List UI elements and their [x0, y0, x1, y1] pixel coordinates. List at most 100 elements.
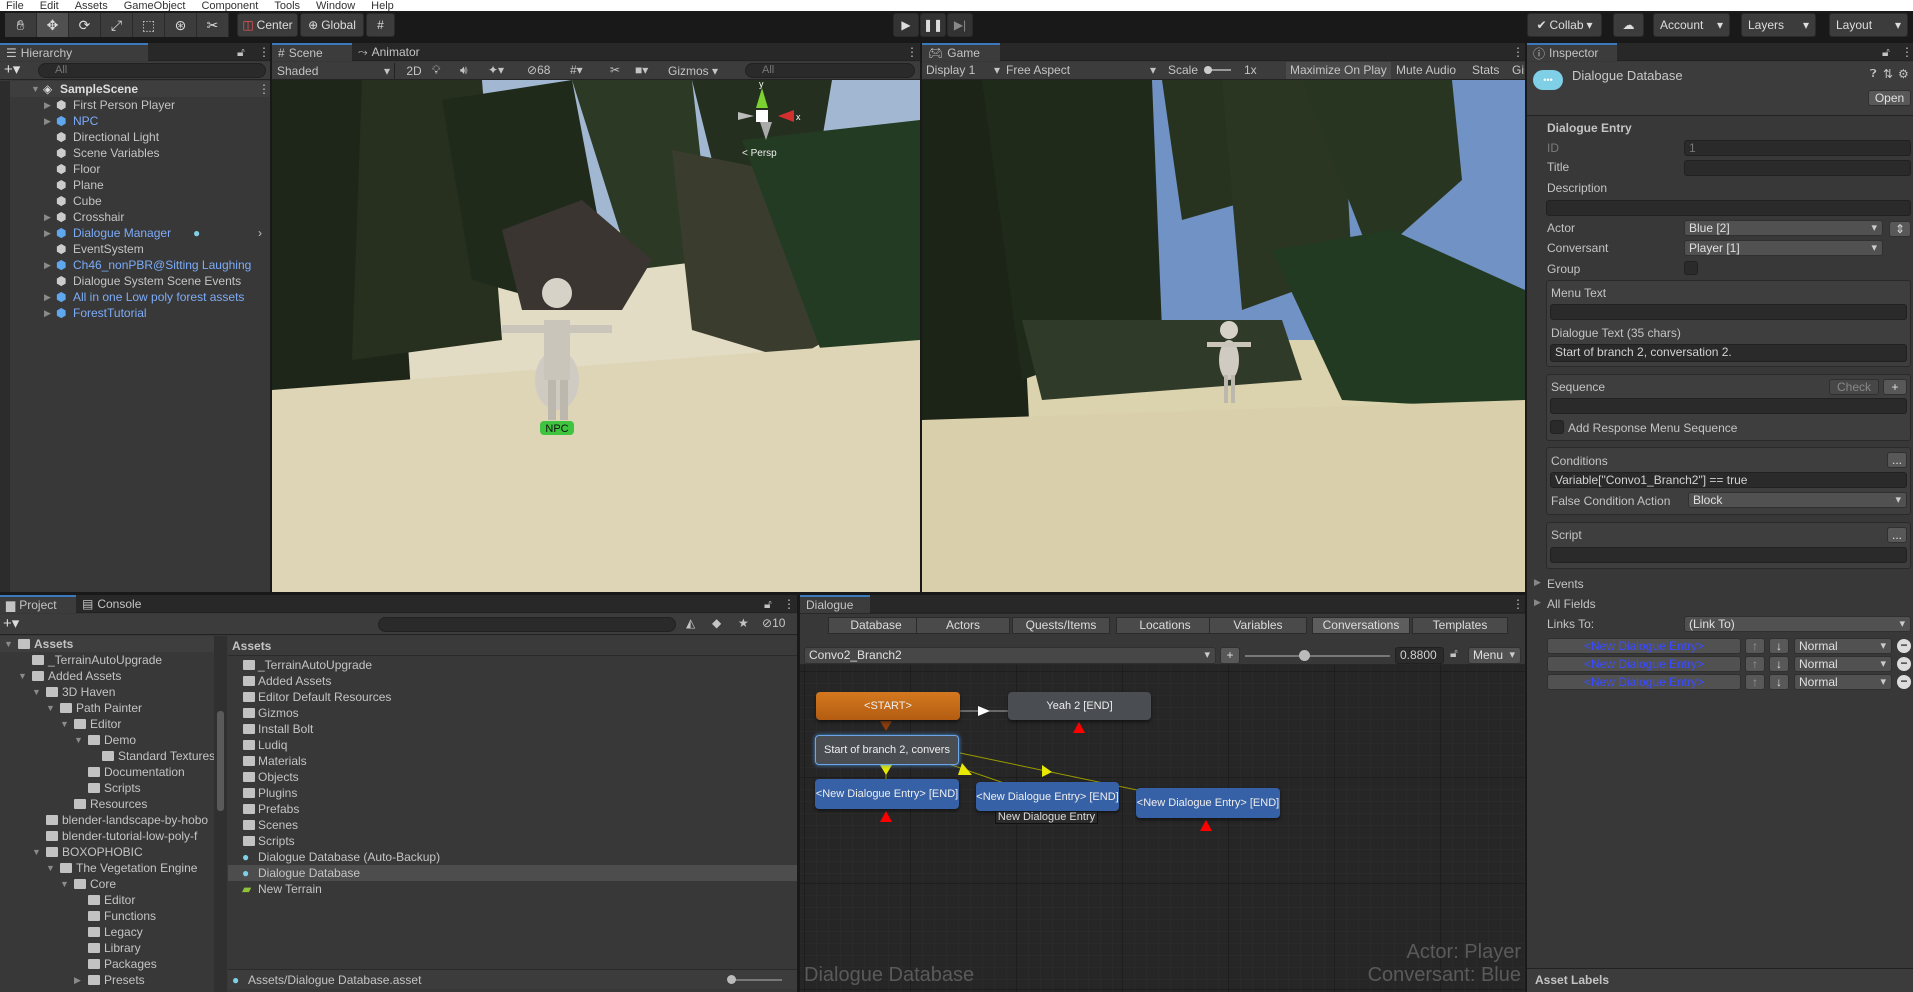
expanded-icon[interactable]: ▼	[46, 700, 55, 716]
folder-tree-item[interactable]: Documentation	[0, 764, 214, 780]
more-icon[interactable]: ⋮	[1901, 45, 1913, 59]
folder-tree-item[interactable]: ▼ Path Painter	[0, 700, 214, 716]
menu-gameobject[interactable]: GameObject	[124, 0, 186, 11]
pause-button[interactable]: ❚❚	[920, 13, 946, 37]
asset-item[interactable]: ● Dialogue Database	[228, 865, 797, 881]
node-new-dialogue-entry[interactable]: <New Dialogue Entry> [END]	[815, 779, 959, 809]
transform-tool-button[interactable]: ⊛	[165, 13, 197, 37]
expand-icon[interactable]: ▶	[44, 225, 51, 241]
asset-item[interactable]: Plugins	[228, 785, 797, 801]
script-field[interactable]	[1550, 547, 1907, 563]
expanded-icon[interactable]: ▼	[60, 716, 69, 732]
rotate-tool-button[interactable]: ⟳	[69, 13, 101, 37]
conversant-dropdown[interactable]: Player [1]	[1684, 240, 1883, 256]
node-yeah-2[interactable]: Yeah 2 [END]	[1008, 692, 1151, 720]
remove-link-icon[interactable]: −	[1897, 675, 1911, 689]
play-button[interactable]: ▶	[893, 13, 919, 37]
add-conversation-button[interactable]: +	[1220, 647, 1240, 664]
group-checkbox[interactable]	[1684, 261, 1698, 275]
folder-tree-item[interactable]: Editor	[0, 892, 214, 908]
title-field[interactable]	[1684, 160, 1911, 176]
description-field[interactable]	[1546, 200, 1911, 216]
move-link-up-button[interactable]: ↑	[1745, 656, 1765, 672]
menu-tools[interactable]: Tools	[274, 0, 300, 11]
search-by-type-icon[interactable]: ◭	[686, 616, 695, 630]
link-priority-dropdown[interactable]: Normal	[1794, 674, 1892, 690]
snap-button[interactable]: #	[366, 13, 395, 37]
expanded-icon[interactable]: ▼	[60, 876, 69, 892]
grid-icon[interactable]: #▾	[570, 63, 583, 77]
tab-templates[interactable]: Templates	[1412, 617, 1508, 634]
tab-game[interactable]: 🎮︎ Game	[922, 43, 1000, 61]
asset-item[interactable]: Install Bolt	[228, 721, 797, 737]
events-foldout[interactable]: Events	[1547, 577, 1584, 591]
folder-tree-item[interactable]: blender-tutorial-low-poly-f	[0, 828, 214, 844]
add-sequence-button[interactable]: +	[1883, 379, 1907, 395]
tab-quests-items[interactable]: Quests/Items	[1012, 617, 1110, 634]
camera-icon[interactable]: ■▾	[635, 63, 648, 77]
gear-icon[interactable]: ⚙	[1898, 67, 1909, 81]
expanded-icon[interactable]: ▼	[18, 668, 27, 684]
lighting-icon[interactable]: 💡︎	[432, 63, 440, 78]
hierarchy-item[interactable]: ▶ ⬢ Dialogue Manager ● ›	[0, 225, 270, 241]
zoom-slider-handle[interactable]	[1299, 650, 1310, 661]
asset-item[interactable]: Prefabs	[228, 801, 797, 817]
sequence-field[interactable]	[1550, 398, 1907, 414]
more-icon[interactable]: ⋮	[258, 81, 270, 97]
more-icon[interactable]: ⋮	[1512, 45, 1524, 59]
menu-assets[interactable]: Assets	[75, 0, 108, 11]
node-new-dialogue-entry[interactable]: <New Dialogue Entry> [END]	[1136, 788, 1280, 818]
icon-size-slider[interactable]	[730, 979, 782, 981]
more-icon[interactable]: ⋮	[783, 597, 795, 611]
lock-icon[interactable]: 🔓︎	[764, 597, 772, 612]
audio-icon[interactable]: 🔊︎	[460, 63, 468, 78]
collab-dropdown[interactable]: ✔ Collab ▾	[1527, 13, 1602, 37]
scrollbar-thumb[interactable]	[217, 711, 224, 811]
lock-icon[interactable]: 🔓︎	[237, 45, 245, 60]
link-priority-dropdown[interactable]: Normal	[1794, 638, 1892, 654]
folder-tree-item[interactable]: Functions	[0, 908, 214, 924]
tab-scene[interactable]: # Scene	[272, 43, 352, 61]
hand-tool-button[interactable]: ✋︎	[5, 13, 37, 37]
tab-locations[interactable]: Locations	[1116, 617, 1214, 634]
folder-tree-item[interactable]: _TerrainAutoUpgrade	[0, 652, 214, 668]
open-button[interactable]: Open	[1868, 90, 1911, 106]
gizmos-toggle[interactable]: Gi	[1512, 62, 1524, 79]
preset-icon[interactable]: ⇅	[1883, 67, 1893, 81]
rect-tool-button[interactable]: ⬚	[133, 13, 165, 37]
asset-item[interactable]: Materials	[228, 753, 797, 769]
expand-icon[interactable]: ▶	[44, 257, 51, 273]
hierarchy-item[interactable]: ▶ ⬢ Crosshair	[0, 209, 270, 225]
folder-tree-item[interactable]: Legacy	[0, 924, 214, 940]
tools-icon[interactable]: ✂	[610, 63, 620, 77]
menu-edit[interactable]: Edit	[40, 0, 59, 11]
layout-dropdown[interactable]: Layout ▾	[1829, 13, 1908, 37]
tab-console[interactable]: ▤ Console	[76, 595, 151, 613]
more-icon[interactable]: ⋮	[906, 45, 918, 59]
scale-slider-handle[interactable]	[1204, 66, 1212, 74]
add-response-checkbox[interactable]	[1550, 420, 1564, 434]
folder-tree-item[interactable]: Packages	[0, 956, 214, 972]
tab-database[interactable]: Database	[828, 617, 924, 634]
folder-tree-item[interactable]: ▼ The Vegetation Engine	[0, 860, 214, 876]
chevron-right-icon[interactable]: ›	[258, 225, 262, 241]
create-icon[interactable]: +▾	[3, 614, 19, 632]
hierarchy-item[interactable]: ▶ ⬢ All in one Low poly forest assets	[0, 289, 270, 305]
menu-file[interactable]: File	[6, 0, 24, 11]
layers-dropdown[interactable]: Layers ▾	[1741, 13, 1816, 37]
expanded-icon[interactable]: ▼	[4, 636, 13, 652]
asset-item[interactable]: Scenes	[228, 817, 797, 833]
lock-icon[interactable]: 🔓︎	[1882, 45, 1890, 60]
dialogue-text-field[interactable]: Start of branch 2, conversation 2.	[1550, 344, 1907, 362]
asset-item[interactable]: Gizmos	[228, 705, 797, 721]
hierarchy-item[interactable]: ▶ ⬢ First Person Player	[0, 97, 270, 113]
hierarchy-item[interactable]: ▶ ⬢ NPC	[0, 113, 270, 129]
asset-labels-label[interactable]: Asset Labels	[1535, 973, 1609, 987]
menu-dropdown[interactable]: Menu	[1468, 647, 1521, 664]
folder-tree-item[interactable]: Standard Textures	[0, 748, 214, 764]
links-to-dropdown[interactable]: (Link To)	[1684, 616, 1911, 632]
tab-hierarchy[interactable]: ☰ Hierarchy	[0, 43, 148, 61]
maximize-on-play-toggle[interactable]: Maximize On Play	[1286, 62, 1391, 79]
script-wizard-button[interactable]: ...	[1887, 527, 1907, 543]
tab-variables[interactable]: Variables	[1209, 617, 1307, 634]
